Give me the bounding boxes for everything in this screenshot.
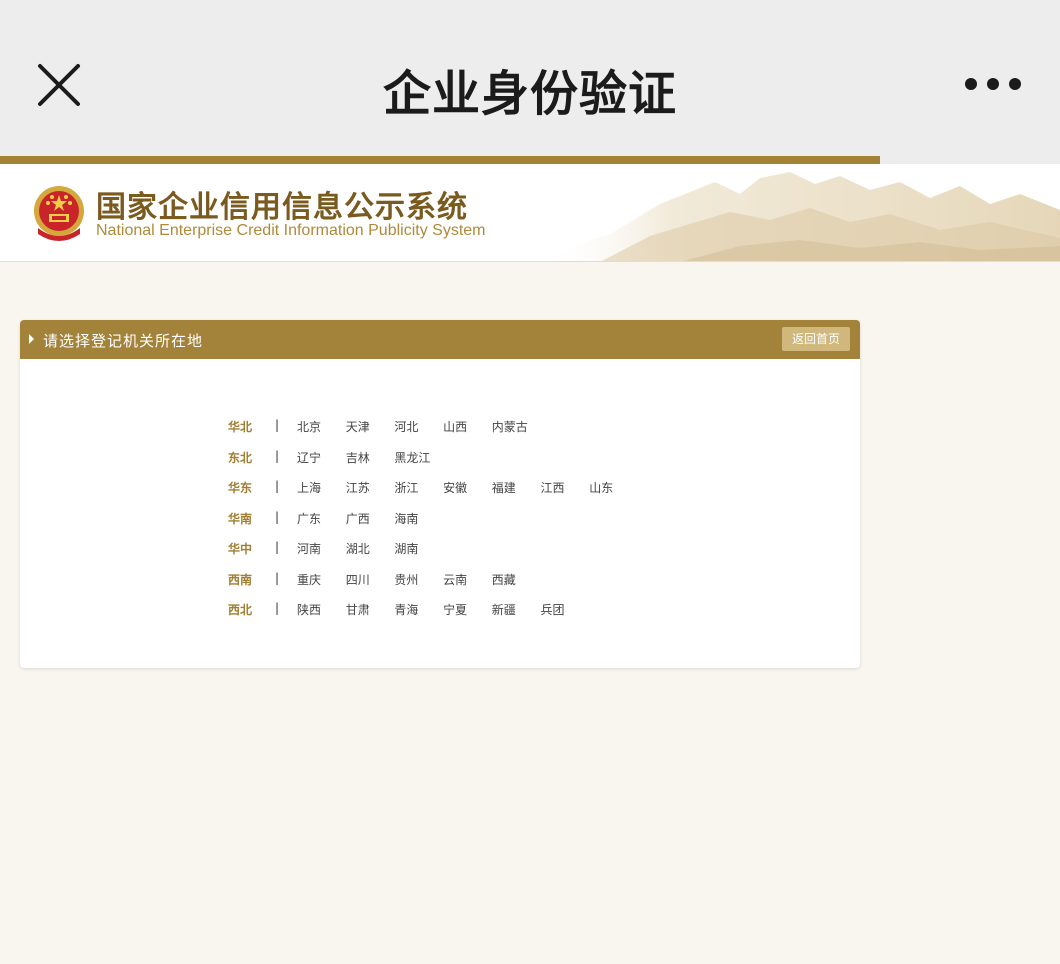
- region-separator: |: [275, 509, 280, 524]
- province-link[interactable]: 青海: [394, 601, 418, 618]
- province-link[interactable]: 江西: [541, 479, 565, 496]
- province-link[interactable]: 辽宁: [297, 449, 321, 466]
- province-link[interactable]: 内蒙古: [492, 418, 528, 435]
- province-link[interactable]: 上海: [297, 479, 321, 496]
- caret-right-icon: [29, 334, 34, 344]
- province-link[interactable]: 湖南: [394, 540, 418, 557]
- region-separator: |: [275, 448, 280, 463]
- region-name: 华北: [228, 420, 253, 434]
- province-link[interactable]: 江苏: [346, 479, 370, 496]
- region-name: 西北: [228, 603, 253, 617]
- region-name: 华东: [228, 481, 253, 495]
- province-link[interactable]: 新疆: [492, 601, 516, 618]
- province-link[interactable]: 广东: [297, 510, 321, 527]
- panel-header: 请选择登记机关所在地 返回首页: [20, 320, 860, 359]
- panel-title: 请选择登记机关所在地: [43, 332, 204, 350]
- province-link[interactable]: 浙江: [394, 479, 418, 496]
- province-link[interactable]: 陕西: [297, 601, 321, 618]
- region-separator: |: [275, 418, 280, 432]
- region-separator: |: [275, 479, 280, 493]
- region-select-panel: 请选择登记机关所在地 返回首页 华北 | 北京 天津 河北 山西 内蒙古东北 | 辽宁 吉林 黑龙江…: [20, 320, 860, 668]
- province-link[interactable]: 宁夏: [443, 601, 467, 618]
- region-name: 东北: [228, 450, 253, 465]
- province-link[interactable]: 福建: [492, 479, 516, 496]
- province-link[interactable]: 河北: [394, 418, 418, 435]
- region-name: 西南: [228, 572, 253, 587]
- province-link[interactable]: 天津: [346, 418, 370, 435]
- province-link[interactable]: 湖北: [346, 540, 370, 557]
- region-separator: |: [275, 601, 280, 615]
- province-link[interactable]: 海南: [394, 510, 418, 527]
- national-emblem-icon: [32, 184, 86, 242]
- province-link[interactable]: 云南: [443, 571, 467, 588]
- province-link[interactable]: 山西: [443, 418, 467, 435]
- mountain-landscape-decoration: [542, 172, 1060, 261]
- top-nav-bar: 企业身份验证: [0, 0, 1060, 156]
- province-link[interactable]: 广西: [346, 510, 370, 527]
- region-separator: |: [275, 540, 280, 554]
- province-link[interactable]: 重庆: [297, 571, 321, 588]
- province-link[interactable]: 黑龙江: [394, 449, 430, 466]
- province-link[interactable]: 河南: [297, 540, 321, 557]
- page-load-progress: [0, 156, 1060, 164]
- province-link[interactable]: 北京: [297, 418, 321, 435]
- site-header: 国家企业信用信息公示系统 National Enterprise Credit …: [0, 164, 1060, 262]
- region-name: 华南: [228, 511, 253, 526]
- page-title: 企业身份验证: [382, 66, 677, 122]
- province-link[interactable]: 贵州: [394, 571, 418, 588]
- province-link[interactable]: 四川: [346, 571, 370, 588]
- more-dots-icon[interactable]: [960, 70, 1026, 98]
- progress-fill: [0, 156, 880, 164]
- site-title-english: National Enterprise Credit Information P…: [96, 222, 486, 239]
- site-title-chinese: 国家企业信用信息公示系统: [96, 190, 468, 225]
- province-link[interactable]: 山东: [589, 479, 613, 496]
- province-link[interactable]: 吉林: [346, 449, 370, 466]
- region-separator: |: [275, 570, 280, 585]
- province-link[interactable]: 安徽: [443, 479, 467, 496]
- province-link[interactable]: 甘肃: [346, 601, 370, 618]
- province-link[interactable]: 兵团: [541, 601, 565, 618]
- region-name: 华中: [228, 542, 253, 556]
- province-link[interactable]: 西藏: [492, 571, 516, 588]
- back-home-button[interactable]: 返回首页: [782, 327, 850, 351]
